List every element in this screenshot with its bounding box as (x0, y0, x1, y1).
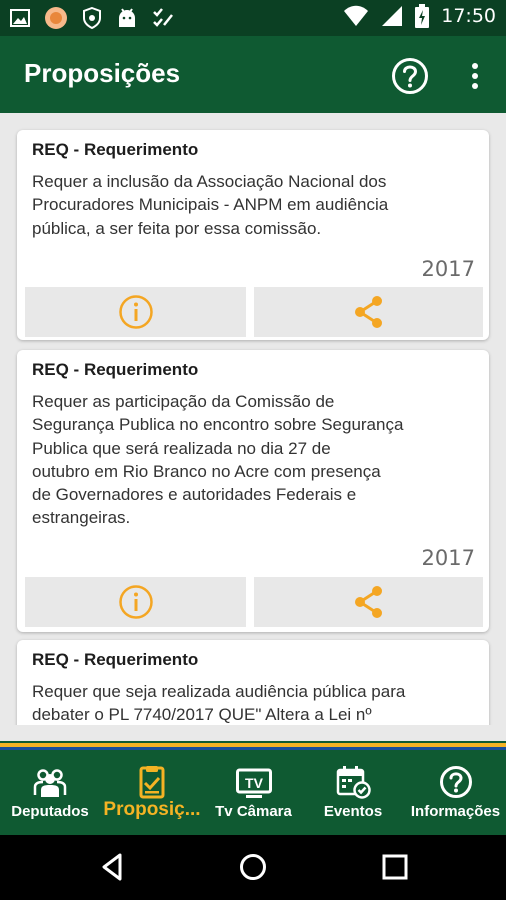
checklist-icon (153, 8, 173, 27)
share-icon (354, 296, 382, 328)
proposition-year: 2017 (421, 257, 475, 281)
proposition-type: REQ - Requerimento (32, 140, 199, 159)
info-icon (118, 295, 153, 329)
nav-label: Informações (410, 803, 501, 820)
android-icon (119, 8, 135, 27)
share-button[interactable] (254, 577, 483, 627)
back-icon[interactable] (98, 852, 128, 882)
proposition-description: Requer as participação da Comissão de Se… (32, 392, 404, 528)
system-navigation-bar (0, 835, 506, 900)
proposition-description: Requer a inclusão da Associação Nacional… (32, 172, 389, 238)
page-title: Proposições (24, 58, 181, 88)
flag-stripe (0, 741, 506, 755)
wifi-icon (344, 5, 369, 26)
status-time: 17:50 (441, 5, 496, 27)
help-circle-icon[interactable] (391, 57, 429, 95)
nav-eventos[interactable]: Eventos (303, 755, 403, 835)
info-button[interactable] (25, 577, 246, 627)
nav-label: Tv Câmara (215, 803, 292, 820)
nav-label: Proposiç... (103, 799, 201, 820)
app-bar: Proposições (0, 36, 506, 113)
share-button[interactable] (254, 287, 483, 337)
share-icon (354, 586, 382, 618)
info-button[interactable] (25, 287, 246, 337)
nav-proposicoes[interactable]: Proposiç... (99, 755, 205, 835)
status-bar: 17:50 (0, 0, 506, 36)
nav-informacoes[interactable]: Informações (405, 755, 506, 835)
chrome-badge-icon (45, 7, 67, 29)
proposition-card[interactable]: REQ - Requerimento Requer a inclusão da … (17, 130, 489, 340)
signal-icon (382, 6, 403, 26)
tv-icon: TV (235, 768, 272, 798)
help-circle-icon (439, 766, 472, 798)
proposition-card[interactable]: REQ - Requerimento Requer as participaçã… (17, 350, 489, 632)
battery-charging-icon (415, 4, 430, 28)
info-icon (118, 585, 153, 619)
more-vert-icon[interactable] (462, 58, 488, 94)
nav-label: Eventos (323, 803, 383, 820)
calendar-check-icon (336, 766, 371, 799)
nav-tv-camara[interactable]: TV Tv Câmara (205, 755, 302, 835)
people-icon (33, 769, 67, 797)
home-icon[interactable] (238, 852, 268, 882)
proposition-card[interactable]: REQ - Requerimento Requer que seja reali… (17, 640, 489, 725)
clipboard-check-icon (139, 766, 165, 799)
nav-deputados[interactable]: Deputados (0, 755, 100, 835)
nav-label: Deputados (11, 803, 89, 820)
image-icon (10, 9, 30, 27)
proposition-description: Requer que seja realizada audiência públ… (32, 682, 406, 725)
proposition-year: 2017 (421, 546, 475, 570)
proposition-type: REQ - Requerimento (32, 360, 199, 379)
proposition-type: REQ - Requerimento (32, 650, 199, 669)
shield-icon (83, 7, 101, 29)
bottom-navigation: Deputados Proposiç... TV Tv Câmara Event… (0, 755, 506, 835)
proposition-list[interactable]: REQ - Requerimento Requer a inclusão da … (0, 113, 506, 725)
recents-icon[interactable] (380, 852, 410, 882)
svg-text:TV: TV (245, 775, 264, 791)
